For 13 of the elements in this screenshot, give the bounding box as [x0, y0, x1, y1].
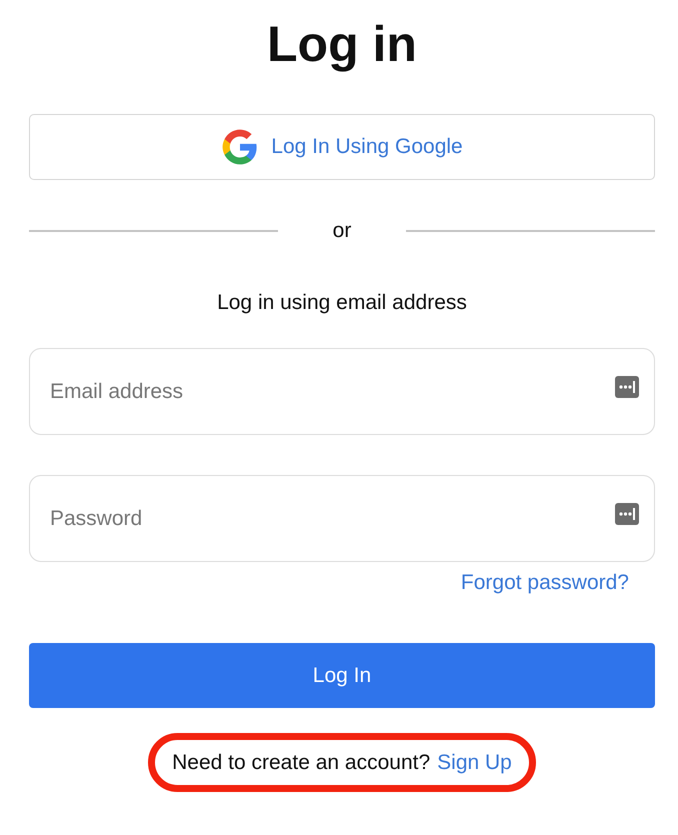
input-field[interactable]: Email address	[29, 348, 655, 435]
password-manager-icon[interactable]	[615, 503, 639, 525]
page-title: Log in	[267, 15, 417, 74]
google-logo-icon	[221, 128, 260, 166]
input-field[interactable]: Password	[29, 475, 655, 562]
password-manager-icon[interactable]	[615, 376, 639, 398]
section-heading: Log in using email address	[217, 291, 467, 315]
forgot-password-link[interactable]: Forgot password?	[460, 571, 629, 594]
divider-label: or	[332, 219, 352, 243]
google-login-button[interactable]: Log In Using Google	[29, 114, 655, 180]
signup-prompt: Need to create an account?	[172, 750, 430, 774]
login-button[interactable]: Log In	[29, 643, 655, 708]
signup-link[interactable]: Sign Up	[437, 750, 512, 774]
